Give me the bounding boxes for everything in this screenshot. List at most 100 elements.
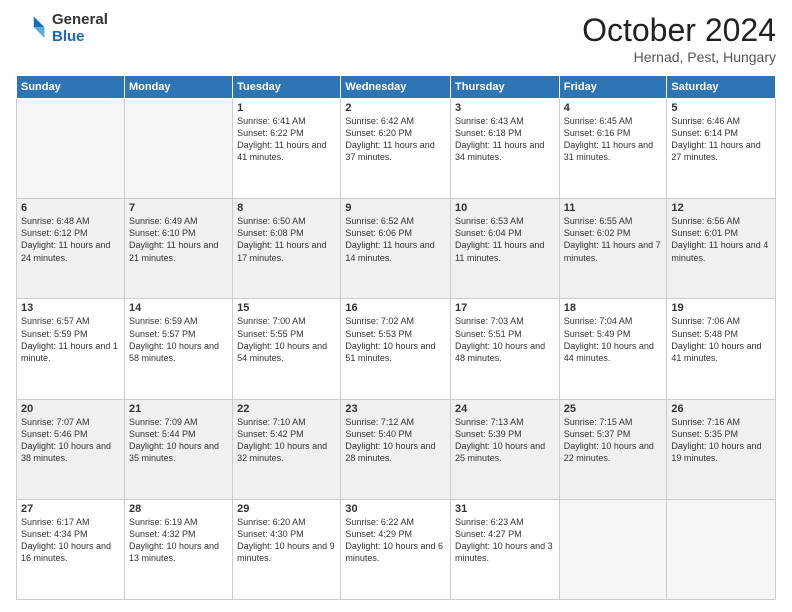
day-info: Sunrise: 7:07 AMSunset: 5:46 PMDaylight:… — [21, 416, 120, 465]
day-info: Sunrise: 7:13 AMSunset: 5:39 PMDaylight:… — [455, 416, 555, 465]
day-info: Sunrise: 6:20 AMSunset: 4:30 PMDaylight:… — [237, 516, 336, 565]
calendar-row: 27Sunrise: 6:17 AMSunset: 4:34 PMDayligh… — [17, 499, 776, 599]
day-number: 12 — [671, 202, 771, 214]
day-info: Sunrise: 7:04 AMSunset: 5:49 PMDaylight:… — [564, 315, 663, 364]
day-info: Sunrise: 6:57 AMSunset: 5:59 PMDaylight:… — [21, 315, 120, 364]
table-row — [124, 99, 232, 199]
table-row: 7Sunrise: 6:49 AMSunset: 6:10 PMDaylight… — [124, 199, 232, 299]
day-info: Sunrise: 7:02 AMSunset: 5:53 PMDaylight:… — [345, 315, 446, 364]
col-thursday: Thursday — [451, 76, 560, 99]
col-sunday: Sunday — [17, 76, 125, 99]
day-number: 3 — [455, 102, 555, 114]
logo-icon — [16, 13, 48, 45]
table-row: 28Sunrise: 6:19 AMSunset: 4:32 PMDayligh… — [124, 499, 232, 599]
day-number: 6 — [21, 202, 120, 214]
title-location: Hernad, Pest, Hungary — [582, 49, 776, 65]
day-info: Sunrise: 6:22 AMSunset: 4:29 PMDaylight:… — [345, 516, 446, 565]
day-number: 26 — [671, 403, 771, 415]
day-info: Sunrise: 7:12 AMSunset: 5:40 PMDaylight:… — [345, 416, 446, 465]
table-row — [559, 499, 667, 599]
table-row: 26Sunrise: 7:16 AMSunset: 5:35 PMDayligh… — [667, 399, 776, 499]
col-wednesday: Wednesday — [341, 76, 451, 99]
title-block: October 2024 Hernad, Pest, Hungary — [582, 12, 776, 65]
day-info: Sunrise: 7:03 AMSunset: 5:51 PMDaylight:… — [455, 315, 555, 364]
calendar-table: Sunday Monday Tuesday Wednesday Thursday… — [16, 75, 776, 600]
day-info: Sunrise: 7:15 AMSunset: 5:37 PMDaylight:… — [564, 416, 663, 465]
day-number: 23 — [345, 403, 446, 415]
table-row: 1Sunrise: 6:41 AMSunset: 6:22 PMDaylight… — [233, 99, 341, 199]
day-number: 15 — [237, 302, 336, 314]
day-number: 1 — [237, 102, 336, 114]
col-tuesday: Tuesday — [233, 76, 341, 99]
col-monday: Monday — [124, 76, 232, 99]
table-row: 6Sunrise: 6:48 AMSunset: 6:12 PMDaylight… — [17, 199, 125, 299]
table-row: 30Sunrise: 6:22 AMSunset: 4:29 PMDayligh… — [341, 499, 451, 599]
table-row: 2Sunrise: 6:42 AMSunset: 6:20 PMDaylight… — [341, 99, 451, 199]
table-row: 3Sunrise: 6:43 AMSunset: 6:18 PMDaylight… — [451, 99, 560, 199]
day-info: Sunrise: 7:09 AMSunset: 5:44 PMDaylight:… — [129, 416, 228, 465]
day-info: Sunrise: 7:00 AMSunset: 5:55 PMDaylight:… — [237, 315, 336, 364]
calendar-row: 6Sunrise: 6:48 AMSunset: 6:12 PMDaylight… — [17, 199, 776, 299]
day-number: 27 — [21, 503, 120, 515]
day-number: 9 — [345, 202, 446, 214]
table-row: 27Sunrise: 6:17 AMSunset: 4:34 PMDayligh… — [17, 499, 125, 599]
day-number: 21 — [129, 403, 228, 415]
header: General Blue October 2024 Hernad, Pest, … — [16, 12, 776, 65]
day-number: 20 — [21, 403, 120, 415]
col-saturday: Saturday — [667, 76, 776, 99]
table-row: 18Sunrise: 7:04 AMSunset: 5:49 PMDayligh… — [559, 299, 667, 399]
day-info: Sunrise: 6:52 AMSunset: 6:06 PMDaylight:… — [345, 215, 446, 264]
day-info: Sunrise: 6:48 AMSunset: 6:12 PMDaylight:… — [21, 215, 120, 264]
table-row: 23Sunrise: 7:12 AMSunset: 5:40 PMDayligh… — [341, 399, 451, 499]
logo-general: General — [52, 12, 108, 29]
day-number: 2 — [345, 102, 446, 114]
day-number: 8 — [237, 202, 336, 214]
table-row: 8Sunrise: 6:50 AMSunset: 6:08 PMDaylight… — [233, 199, 341, 299]
day-number: 17 — [455, 302, 555, 314]
day-info: Sunrise: 6:41 AMSunset: 6:22 PMDaylight:… — [237, 115, 336, 164]
table-row: 5Sunrise: 6:46 AMSunset: 6:14 PMDaylight… — [667, 99, 776, 199]
day-info: Sunrise: 6:49 AMSunset: 6:10 PMDaylight:… — [129, 215, 228, 264]
table-row: 17Sunrise: 7:03 AMSunset: 5:51 PMDayligh… — [451, 299, 560, 399]
day-info: Sunrise: 6:46 AMSunset: 6:14 PMDaylight:… — [671, 115, 771, 164]
table-row: 19Sunrise: 7:06 AMSunset: 5:48 PMDayligh… — [667, 299, 776, 399]
day-info: Sunrise: 6:53 AMSunset: 6:04 PMDaylight:… — [455, 215, 555, 264]
day-info: Sunrise: 7:16 AMSunset: 5:35 PMDaylight:… — [671, 416, 771, 465]
day-number: 29 — [237, 503, 336, 515]
day-info: Sunrise: 6:55 AMSunset: 6:02 PMDaylight:… — [564, 215, 663, 264]
page: General Blue October 2024 Hernad, Pest, … — [0, 0, 792, 612]
day-number: 24 — [455, 403, 555, 415]
table-row — [667, 499, 776, 599]
day-number: 4 — [564, 102, 663, 114]
table-row: 16Sunrise: 7:02 AMSunset: 5:53 PMDayligh… — [341, 299, 451, 399]
day-info: Sunrise: 6:42 AMSunset: 6:20 PMDaylight:… — [345, 115, 446, 164]
table-row: 10Sunrise: 6:53 AMSunset: 6:04 PMDayligh… — [451, 199, 560, 299]
day-info: Sunrise: 6:17 AMSunset: 4:34 PMDaylight:… — [21, 516, 120, 565]
day-number: 11 — [564, 202, 663, 214]
day-number: 13 — [21, 302, 120, 314]
title-month: October 2024 — [582, 12, 776, 49]
day-info: Sunrise: 6:45 AMSunset: 6:16 PMDaylight:… — [564, 115, 663, 164]
table-row: 13Sunrise: 6:57 AMSunset: 5:59 PMDayligh… — [17, 299, 125, 399]
table-row: 4Sunrise: 6:45 AMSunset: 6:16 PMDaylight… — [559, 99, 667, 199]
table-row: 29Sunrise: 6:20 AMSunset: 4:30 PMDayligh… — [233, 499, 341, 599]
day-info: Sunrise: 6:50 AMSunset: 6:08 PMDaylight:… — [237, 215, 336, 264]
day-number: 18 — [564, 302, 663, 314]
table-row: 22Sunrise: 7:10 AMSunset: 5:42 PMDayligh… — [233, 399, 341, 499]
day-number: 28 — [129, 503, 228, 515]
day-info: Sunrise: 7:06 AMSunset: 5:48 PMDaylight:… — [671, 315, 771, 364]
day-number: 16 — [345, 302, 446, 314]
table-row: 21Sunrise: 7:09 AMSunset: 5:44 PMDayligh… — [124, 399, 232, 499]
day-info: Sunrise: 7:10 AMSunset: 5:42 PMDaylight:… — [237, 416, 336, 465]
table-row: 15Sunrise: 7:00 AMSunset: 5:55 PMDayligh… — [233, 299, 341, 399]
table-row: 24Sunrise: 7:13 AMSunset: 5:39 PMDayligh… — [451, 399, 560, 499]
day-number: 25 — [564, 403, 663, 415]
day-number: 5 — [671, 102, 771, 114]
table-row: 25Sunrise: 7:15 AMSunset: 5:37 PMDayligh… — [559, 399, 667, 499]
logo-blue: Blue — [52, 29, 108, 46]
calendar-row: 13Sunrise: 6:57 AMSunset: 5:59 PMDayligh… — [17, 299, 776, 399]
table-row: 12Sunrise: 6:56 AMSunset: 6:01 PMDayligh… — [667, 199, 776, 299]
day-info: Sunrise: 6:23 AMSunset: 4:27 PMDaylight:… — [455, 516, 555, 565]
day-number: 19 — [671, 302, 771, 314]
logo: General Blue — [16, 12, 108, 45]
